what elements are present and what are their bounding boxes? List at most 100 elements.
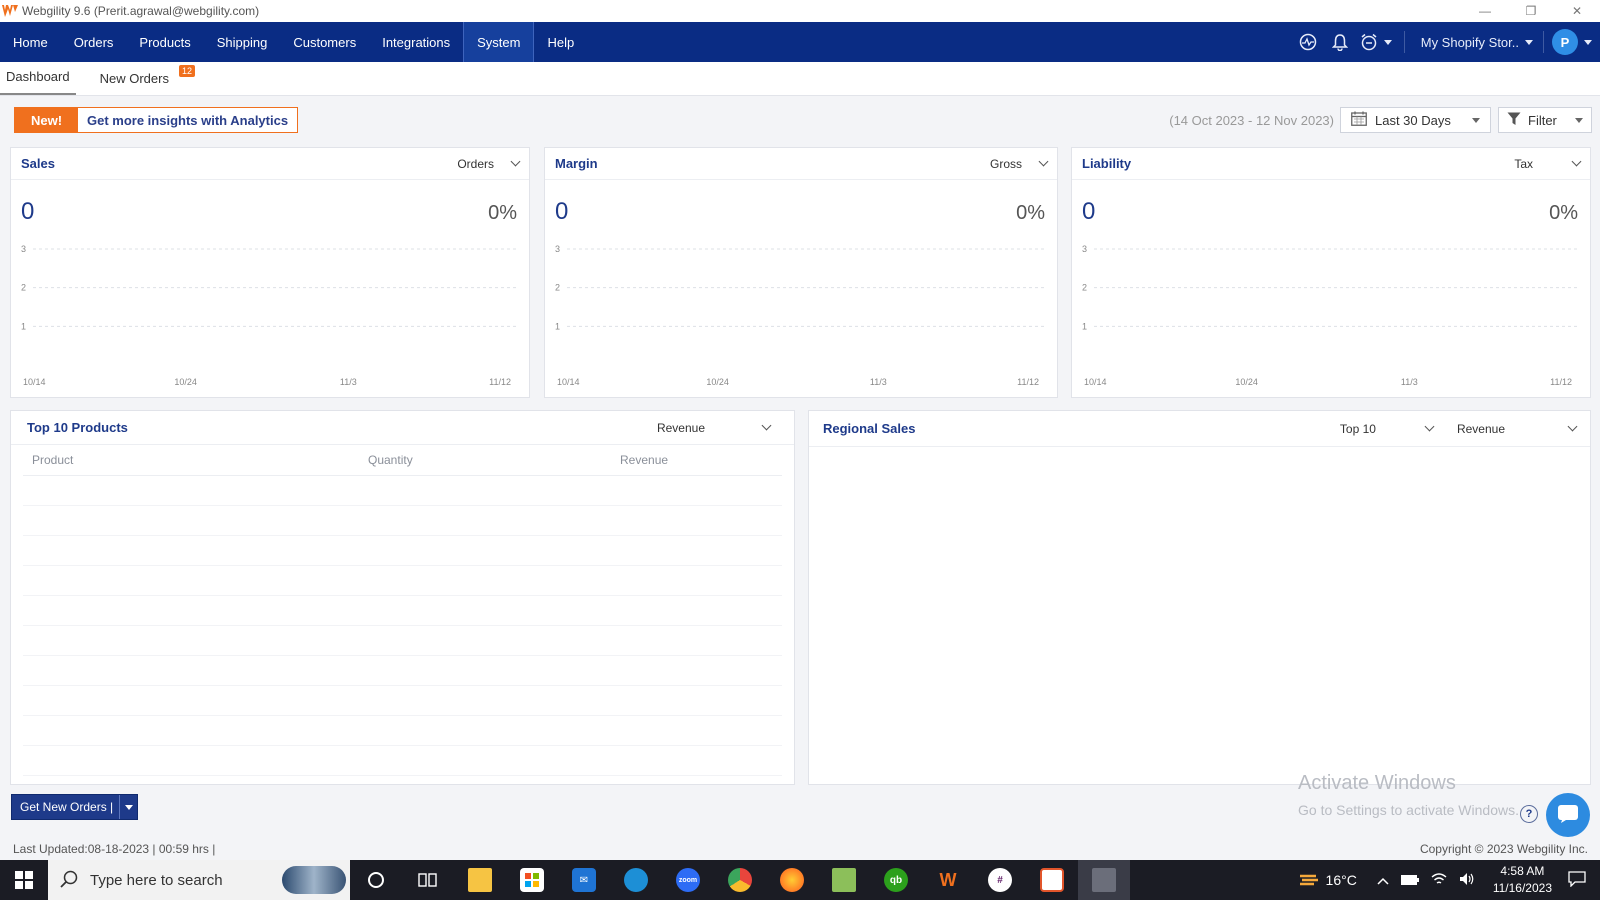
- sales-metric-dropdown[interactable]: Orders: [457, 157, 521, 171]
- taskbar-search-input[interactable]: Type here to search: [48, 860, 350, 900]
- copyright-text: Copyright © 2023 Webgility Inc.: [1419, 842, 1588, 856]
- period-label: Last 30 Days: [1375, 112, 1451, 128]
- column-header-product: Product: [32, 453, 74, 467]
- restore-icon[interactable]: ❐: [1508, 0, 1554, 22]
- zoom-icon[interactable]: zoom: [662, 860, 714, 900]
- notification-icon[interactable]: [1568, 870, 1586, 890]
- x-tick-label: 10/14: [557, 377, 580, 387]
- activate-windows-subtitle: Go to Settings to activate Windows.: [1298, 802, 1519, 818]
- quickbooks-icon[interactable]: qb: [870, 860, 922, 900]
- margin-percent: 0%: [1016, 202, 1045, 224]
- dropdown-value: Gross: [989, 156, 1022, 171]
- card-title: Margin: [555, 156, 598, 171]
- alarm-clock-icon[interactable]: [1356, 22, 1396, 62]
- search-icon: [60, 870, 78, 891]
- help-icon[interactable]: ?: [1520, 805, 1538, 823]
- profile-dropdown-icon[interactable]: [1584, 39, 1592, 45]
- top-products-metric-dropdown[interactable]: Revenue: [657, 421, 772, 435]
- filter-button[interactable]: Filter: [1498, 107, 1592, 133]
- table-header: Product Quantity Revenue: [23, 445, 782, 476]
- table-row: [23, 626, 782, 656]
- x-tick-label: 10/14: [1084, 377, 1107, 387]
- y-tick-label: 3: [21, 244, 26, 254]
- liability-percent: 0%: [1549, 202, 1578, 224]
- chat-button[interactable]: [1546, 793, 1590, 837]
- weather-icon[interactable]: [1298, 870, 1320, 891]
- nav-help[interactable]: Help: [534, 22, 587, 62]
- minimize-icon[interactable]: —: [1462, 0, 1508, 22]
- task-view-icon[interactable]: [402, 860, 454, 900]
- chrome-icon[interactable]: [714, 860, 766, 900]
- nav-products[interactable]: Products: [126, 22, 203, 62]
- volume-icon[interactable]: [1459, 872, 1475, 889]
- nav-customers[interactable]: Customers: [280, 22, 369, 62]
- notepad-icon[interactable]: [818, 860, 870, 900]
- x-tick-label: 11/12: [1550, 377, 1572, 387]
- top-products-card: Top 10 Products Revenue Product Quantity…: [10, 410, 795, 785]
- temperature-text[interactable]: 16°C: [1326, 872, 1357, 888]
- get-new-orders-button[interactable]: Get New Orders |: [11, 794, 139, 820]
- nav-system[interactable]: System: [463, 22, 535, 62]
- store-selector[interactable]: My Shopify Stor..: [1413, 35, 1541, 50]
- x-tick-label: 10/24: [1235, 377, 1258, 387]
- microsoft-store-icon[interactable]: [506, 860, 558, 900]
- sales-card: Sales Orders 0 0% 1 2 3 10/14 10/24 11/3 11/12: [10, 147, 530, 398]
- firefox-icon[interactable]: [766, 860, 818, 900]
- file-explorer-icon[interactable]: [454, 860, 506, 900]
- y-tick-label: 2: [21, 283, 26, 293]
- store-name: My Shopify Stor..: [1420, 34, 1519, 50]
- bell-icon[interactable]: [1324, 22, 1356, 62]
- date-range-text: (14 Oct 2023 - 12 Nov 2023): [1169, 113, 1334, 128]
- new-orders-count-badge: 12: [178, 65, 195, 77]
- windows-start-icon[interactable]: [0, 860, 48, 900]
- regional-count-dropdown[interactable]: Top 10: [1340, 422, 1435, 436]
- sales-percent: 0%: [488, 202, 517, 224]
- battery-icon[interactable]: [1400, 873, 1419, 888]
- nav-shipping[interactable]: Shipping: [204, 22, 281, 62]
- chevron-up-icon[interactable]: [1377, 873, 1389, 888]
- webgility-taskbar-icon[interactable]: W: [922, 860, 974, 900]
- tab-dashboard[interactable]: Dashboard: [0, 69, 76, 95]
- taskbar-clock[interactable]: 4:58 AM 11/16/2023: [1493, 863, 1552, 897]
- edge-icon[interactable]: [610, 860, 662, 900]
- margin-card: Margin Gross 0 0% 1 2 3 10/14 10/24 11/3 11/12: [544, 147, 1058, 398]
- mail-icon[interactable]: ✉: [558, 860, 610, 900]
- table-row: [23, 596, 782, 626]
- main-nav: Home Orders Products Shipping Customers …: [0, 22, 1600, 62]
- liability-metric-dropdown[interactable]: Tax: [1514, 156, 1582, 171]
- x-tick-label: 10/24: [174, 377, 197, 387]
- nav-home[interactable]: Home: [0, 22, 61, 62]
- table-row: [23, 476, 782, 506]
- get-orders-dropdown-icon[interactable]: [119, 795, 137, 819]
- cortana-icon[interactable]: [350, 860, 402, 900]
- snipping-tool-icon[interactable]: [1078, 860, 1130, 900]
- paint-icon[interactable]: [1026, 860, 1078, 900]
- analytics-link[interactable]: Get more insights with Analytics: [78, 108, 298, 132]
- regional-metric-dropdown[interactable]: Revenue: [1457, 422, 1578, 436]
- card-title: Top 10 Products: [27, 420, 128, 435]
- activity-icon[interactable]: [1292, 22, 1324, 62]
- dropdown-value: Tax: [1514, 156, 1533, 171]
- alarm-dropdown-icon[interactable]: [1383, 39, 1392, 45]
- tab-new-orders[interactable]: New Orders 12: [94, 65, 195, 95]
- analytics-banner[interactable]: New! Get more insights with Analytics: [14, 107, 299, 133]
- close-icon[interactable]: ✕: [1554, 0, 1600, 22]
- last-updated-text: Last Updated:08-18-2023 | 00:59 hrs |: [13, 842, 216, 856]
- chevron-down-icon: [1038, 156, 1049, 167]
- period-dropdown[interactable]: Last 30 Days: [1340, 107, 1491, 133]
- windows-taskbar: Type here to search ✉ zoom qb W # 16°C 4…: [0, 860, 1600, 900]
- nav-integrations[interactable]: Integrations: [369, 22, 463, 62]
- window-title: Webgility 9.6 (Prerit.agrawal@webgility.…: [22, 4, 260, 18]
- chevron-down-icon: [1472, 117, 1480, 123]
- margin-metric-dropdown[interactable]: Gross: [989, 156, 1049, 171]
- margin-chart: 1 2 3 10/14 10/24 11/3 11/12: [555, 244, 1047, 387]
- avatar[interactable]: P: [1552, 29, 1578, 55]
- wifi-icon[interactable]: [1431, 872, 1447, 889]
- chat-icon: [1557, 804, 1579, 827]
- nav-orders[interactable]: Orders: [61, 22, 127, 62]
- slack-icon[interactable]: #: [974, 860, 1026, 900]
- y-tick-label: 3: [1082, 244, 1087, 254]
- table-row: [23, 536, 782, 566]
- card-title: Regional Sales: [823, 421, 916, 436]
- x-tick-label: 11/3: [870, 377, 887, 387]
